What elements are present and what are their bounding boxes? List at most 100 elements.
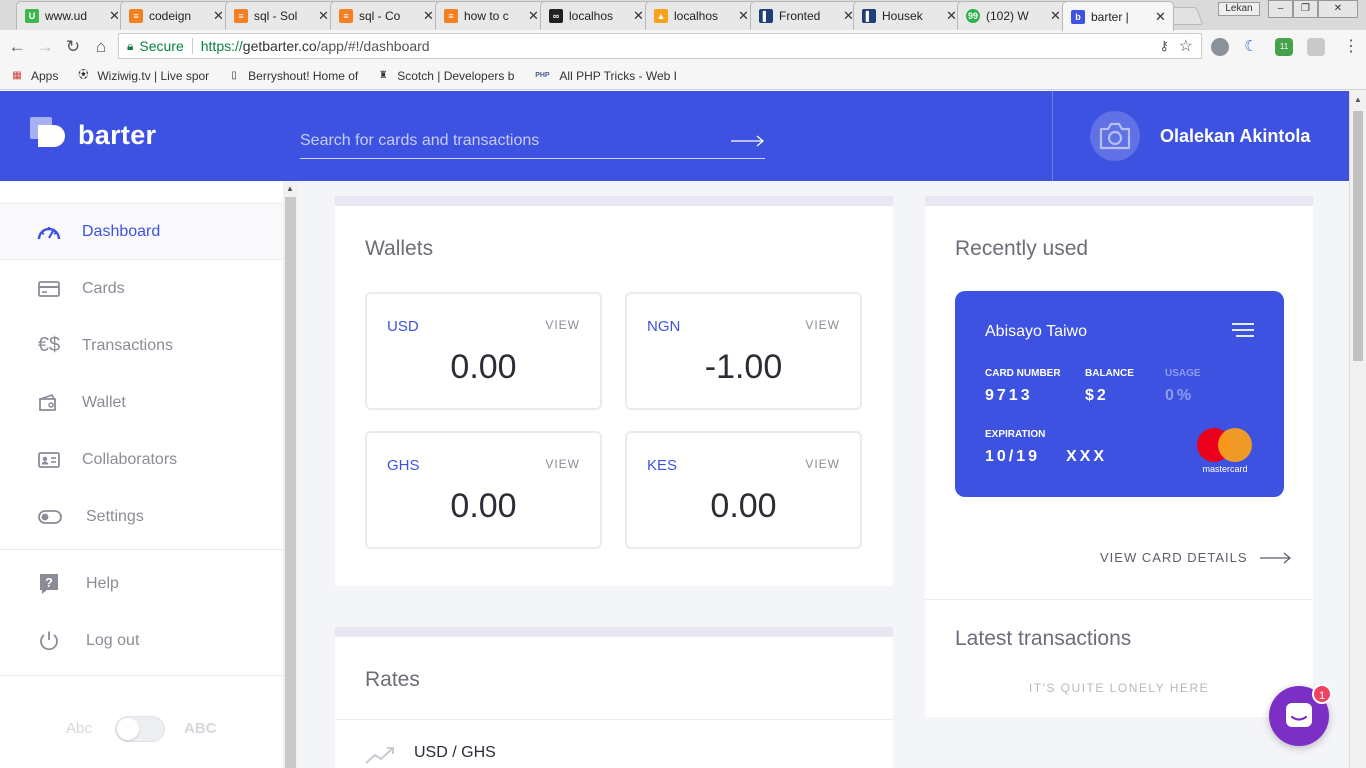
help-icon: ? bbox=[37, 572, 61, 596]
barter-logo-icon[interactable] bbox=[30, 117, 68, 155]
tab-close-icon[interactable]: ✕ bbox=[213, 8, 225, 24]
tab-favicon-icon: ▌ bbox=[759, 9, 773, 23]
sidebar-item-collaborators[interactable]: Collaborators bbox=[0, 431, 283, 488]
page-scrollbar[interactable]: ▲ bbox=[1349, 91, 1366, 768]
tab-close-icon[interactable]: ✕ bbox=[423, 8, 435, 24]
scroll-up-icon[interactable]: ▲ bbox=[1354, 95, 1362, 104]
view-card-details-link[interactable]: VIEW CARD DETAILS bbox=[1100, 550, 1292, 565]
extension-badge-icon[interactable]: 11 bbox=[1275, 38, 1293, 56]
browser-tab[interactable]: ▲ localhos ✕ bbox=[645, 1, 757, 30]
card-icon bbox=[37, 277, 61, 301]
scroll-up-icon[interactable]: ▲ bbox=[286, 184, 294, 193]
mastercard-logo-icon bbox=[1197, 428, 1252, 462]
browser-menu-icon[interactable]: ⋮ bbox=[1343, 36, 1359, 56]
tab-close-icon[interactable]: ✕ bbox=[633, 8, 645, 24]
bookmark-item[interactable]: ⚽︎ Wiziwig.tv | Live spor bbox=[76, 69, 209, 83]
sidebar-scrollbar-thumb[interactable] bbox=[285, 197, 296, 768]
browser-tab[interactable]: ≡ sql - Sol ✕ bbox=[225, 1, 337, 30]
bookmark-label: Scotch | Developers b bbox=[397, 69, 515, 83]
browser-tab[interactable]: ≡ sql - Co ✕ bbox=[330, 1, 442, 30]
tab-close-icon[interactable]: ✕ bbox=[318, 8, 330, 24]
minimize-icon[interactable]: – bbox=[1268, 0, 1293, 18]
card-menu-icon[interactable] bbox=[1232, 323, 1254, 337]
forward-icon[interactable]: → bbox=[34, 36, 56, 58]
wallet-card-kes[interactable]: KES VIEW 0.00 bbox=[625, 431, 862, 549]
wallet-view-link[interactable]: VIEW bbox=[545, 318, 580, 332]
page-icon: ▯ bbox=[231, 70, 237, 81]
sidebar-item-dashboard[interactable]: Dashboard bbox=[0, 203, 283, 260]
tab-title: Housek bbox=[882, 9, 923, 23]
browser-tab[interactable]: ∞ localhos ✕ bbox=[540, 1, 652, 30]
panel-divider bbox=[925, 599, 1313, 600]
home-icon[interactable]: ⌂ bbox=[90, 36, 112, 58]
browser-tab[interactable]: ▌ Housek ✕ bbox=[853, 1, 965, 30]
card-expiration: 10/19 bbox=[985, 448, 1041, 465]
user-name[interactable]: Olalekan Akintola bbox=[1160, 126, 1310, 147]
wallet-card-usd[interactable]: USD VIEW 0.00 bbox=[365, 292, 602, 410]
page-scrollbar-thumb[interactable] bbox=[1353, 111, 1363, 361]
tab-close-icon[interactable]: ✕ bbox=[738, 8, 750, 24]
back-icon[interactable]: ← bbox=[6, 36, 28, 58]
wallet-card-ghs[interactable]: GHS VIEW 0.00 bbox=[365, 431, 602, 549]
browser-tab[interactable]: ≡ how to c ✕ bbox=[435, 1, 547, 30]
wallet-view-link[interactable]: VIEW bbox=[805, 457, 840, 471]
sidebar-item-logout[interactable]: Log out bbox=[0, 612, 283, 669]
browser-tab[interactable]: 99 (102) W ✕ bbox=[957, 1, 1069, 30]
reload-icon[interactable]: ↻ bbox=[62, 36, 84, 58]
sidebar-item-label: Wallet bbox=[82, 393, 126, 411]
restore-icon[interactable]: ❐ bbox=[1293, 0, 1318, 18]
tab-close-icon[interactable]: ✕ bbox=[528, 8, 540, 24]
bookmark-item[interactable]: ▯ Berryshout! Home of bbox=[227, 69, 358, 83]
header-divider bbox=[1052, 91, 1053, 181]
sidebar-item-transactions[interactable]: €$ Transactions bbox=[0, 317, 283, 374]
search-submit-arrow-icon[interactable] bbox=[731, 134, 765, 148]
browser-tab[interactable]: ≡ codeign ✕ bbox=[120, 1, 232, 30]
sidebar-item-cards[interactable]: Cards bbox=[0, 260, 283, 317]
address-bar[interactable]: 🔒︎ Secure https://getbarter.co/app/#!/da… bbox=[118, 33, 1202, 59]
tab-close-icon[interactable]: ✕ bbox=[1155, 9, 1167, 25]
wallet-view-link[interactable]: VIEW bbox=[545, 457, 580, 471]
extension-icon[interactable]: ☾ bbox=[1242, 38, 1260, 56]
text-size-switch[interactable] bbox=[115, 716, 165, 742]
empty-transactions-text: IT'S QUITE LONELY HERE bbox=[1028, 681, 1210, 695]
tab-title: www.ud bbox=[45, 9, 88, 23]
bookmark-label: Apps bbox=[31, 69, 59, 83]
scotch-icon: ♜ bbox=[378, 70, 388, 81]
window-profile-button[interactable]: Lekan bbox=[1218, 2, 1260, 16]
extension-icon[interactable] bbox=[1211, 38, 1229, 56]
browser-tab[interactable]: Uwww.ud ✕ bbox=[16, 1, 128, 30]
bookmark-item[interactable]: PHP All PHP Tricks - Web I bbox=[532, 69, 677, 83]
rate-pair[interactable]: USD / GHS bbox=[414, 744, 496, 762]
bookmark-star-icon[interactable]: ☆ bbox=[1179, 36, 1193, 56]
payment-card[interactable]: Abisayo Taiwo CARD NUMBER 9713 BALANCE $… bbox=[955, 291, 1284, 497]
wallet-card-ngn[interactable]: NGN VIEW -1.00 bbox=[625, 292, 862, 410]
card-holder-name: Abisayo Taiwo bbox=[985, 323, 1087, 340]
sidebar-item-settings[interactable]: Settings bbox=[0, 488, 283, 545]
browser-tab-active[interactable]: b barter | ✕ bbox=[1062, 1, 1174, 31]
main-content: Wallets USD VIEW 0.00 NGN VIEW -1.00 GHS… bbox=[298, 181, 1349, 768]
search-input[interactable] bbox=[300, 131, 731, 150]
tab-title: sql - Sol bbox=[254, 9, 298, 23]
card-usage: 0% bbox=[1165, 387, 1195, 404]
dashboard-gauge-icon bbox=[37, 220, 61, 244]
browser-tab[interactable]: ▌ Fronted ✕ bbox=[750, 1, 862, 30]
tab-title: sql - Co bbox=[359, 9, 401, 23]
key-icon[interactable]: ⚷ bbox=[1159, 38, 1169, 54]
tab-title: codeign bbox=[149, 9, 192, 23]
sidebar-item-label: Help bbox=[86, 574, 119, 592]
avatar[interactable] bbox=[1090, 111, 1140, 161]
chat-notification-badge: 1 bbox=[1312, 684, 1332, 704]
bookmark-item[interactable]: ♜ Scotch | Developers b bbox=[376, 69, 515, 83]
extension-icon[interactable] bbox=[1307, 38, 1325, 56]
sidebar-item-wallet[interactable]: Wallet bbox=[0, 374, 283, 431]
sidebar-item-help[interactable]: ? Help bbox=[0, 555, 283, 612]
card-number: 9713 bbox=[985, 387, 1033, 404]
close-window-icon[interactable]: ✕ bbox=[1318, 0, 1358, 18]
wallet-view-link[interactable]: VIEW bbox=[805, 318, 840, 332]
tab-close-icon[interactable]: ✕ bbox=[1050, 8, 1062, 24]
bookmark-item[interactable]: ▦ Apps bbox=[10, 69, 58, 83]
sidebar-scrollbar[interactable]: ▲ bbox=[283, 181, 298, 768]
brand-name[interactable]: barter bbox=[78, 120, 156, 151]
tab-favicon-icon: ≡ bbox=[129, 9, 143, 23]
switch-knob bbox=[117, 718, 139, 740]
